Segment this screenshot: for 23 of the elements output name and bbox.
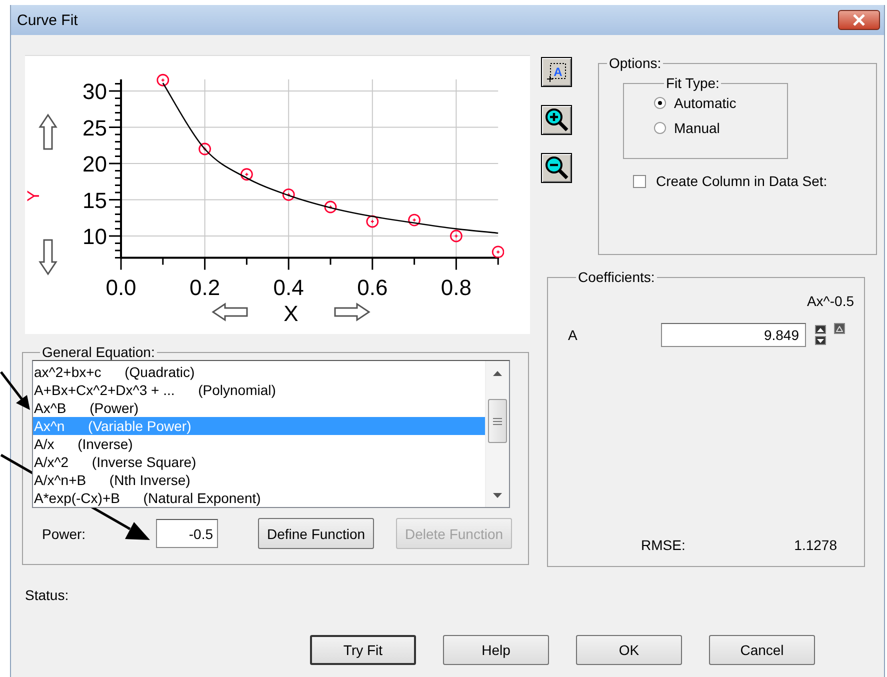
tick-label: 0.6 <box>357 274 388 300</box>
group-title: General Equation: <box>41 344 156 360</box>
tick-label: 0.2 <box>190 274 220 300</box>
axis-title: Y <box>25 190 43 202</box>
tick-label: 0.4 <box>273 274 304 300</box>
group-title: Options: <box>608 55 662 71</box>
tick-label: 15 <box>82 188 107 213</box>
group-title: Coefficients: <box>577 269 656 285</box>
axis-title: X <box>284 301 298 326</box>
tick-label: 10 <box>82 224 107 249</box>
coefficient-name: A <box>568 327 578 343</box>
group-title: Fit Type: <box>665 75 720 91</box>
tick-label: 20 <box>82 152 107 176</box>
rmse-label: RMSE: <box>641 537 686 553</box>
power-label: Power: <box>42 526 87 542</box>
window-title: Curve Fit <box>17 12 78 28</box>
tick-label: 25 <box>82 115 107 140</box>
tick-label: 0.0 <box>106 274 136 300</box>
tick-label: 0.8 <box>440 274 472 300</box>
tick-label: 30 <box>82 79 107 104</box>
equation-label: Ax^-0.5 <box>806 293 854 309</box>
rmse-value: 1.1278 <box>794 537 837 553</box>
status-label: Status: <box>25 587 70 603</box>
